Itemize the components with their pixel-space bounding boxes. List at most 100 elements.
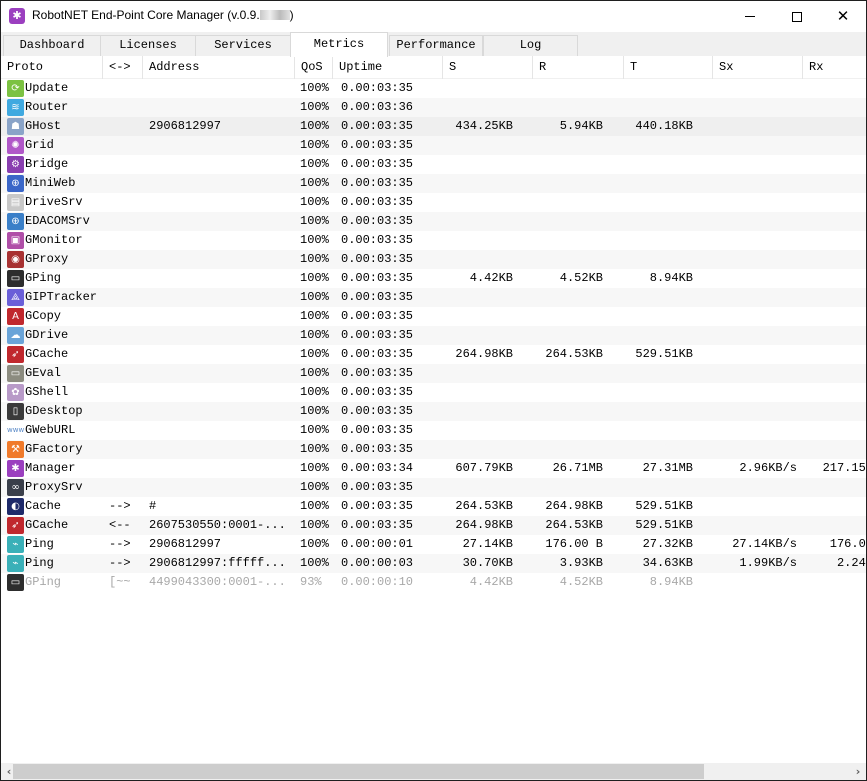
sent-cell <box>443 98 513 117</box>
table-row[interactable]: ≋ Router 100% 0.00:03:36 <box>1 98 866 117</box>
column-header-address[interactable]: Address <box>143 56 295 79</box>
globe-icon: ⊕ <box>7 175 24 192</box>
received-cell <box>533 364 603 383</box>
total-cell: 529.51KB <box>635 499 693 513</box>
proto-cell: Cache <box>25 499 62 513</box>
table-row[interactable]: ✺ Grid 100% 0.00:03:35 <box>1 136 866 155</box>
received-cell <box>533 79 603 98</box>
sent-cell: 434.25KB <box>455 119 513 133</box>
close-button[interactable]: ✕ <box>820 1 866 32</box>
table-row[interactable]: ➶ GCache 100% 0.00:03:35 264.98KB 264.53KB 529… <box>1 345 866 364</box>
table-row[interactable]: ▤ DriveSrv 100% 0.00:03:35 <box>1 193 866 212</box>
scroll-right-icon[interactable]: › <box>852 763 864 780</box>
direction-cell <box>109 155 143 174</box>
column-header-s[interactable]: S <box>443 56 533 79</box>
receive-rate-cell <box>803 421 866 440</box>
scrollbar-thumb[interactable] <box>13 764 704 779</box>
address-cell <box>149 269 295 288</box>
column-header-r[interactable]: R <box>533 56 624 79</box>
table-row[interactable]: ✿ GShell 100% 0.00:03:35 <box>1 383 866 402</box>
sent-cell <box>443 440 513 459</box>
table-row[interactable]: ▣ GMonitor 100% 0.00:03:35 <box>1 231 866 250</box>
send-rate-cell <box>713 174 797 193</box>
column-header-proto[interactable]: Proto <box>1 56 103 79</box>
total-cell: 27.31MB <box>642 461 693 475</box>
receive-rate-cell <box>803 155 866 174</box>
sent-cell: 607.79KB <box>455 461 513 475</box>
table-row[interactable]: ▯ GDesktop 100% 0.00:03:35 <box>1 402 866 421</box>
direction-cell <box>109 288 143 307</box>
table-row[interactable]: ⊕ EDACOMSrv 100% 0.00:03:35 <box>1 212 866 231</box>
receive-rate-cell <box>803 516 866 535</box>
table-row[interactable]: www GWebURL 100% 0.00:03:35 <box>1 421 866 440</box>
table-row[interactable]: ⌁ Ping --> 2906812997 100% 0.00:00:01 27.14KB 1… <box>1 535 866 554</box>
received-cell <box>533 136 603 155</box>
table-row[interactable]: ◉ GProxy 100% 0.00:03:35 <box>1 250 866 269</box>
table-row[interactable]: ⟳ Update 100% 0.00:03:35 <box>1 79 866 98</box>
direction-cell <box>109 345 143 364</box>
table-row[interactable]: ◐ Cache --> #100% 0.00:03:35 264.53KB 264.98KB… <box>1 497 866 516</box>
table-row[interactable]: ▭ GPing 100% 0.00:03:35 4.42KB 4.52KB 8.94KB <box>1 269 866 288</box>
table-row[interactable]: ⟁ GIPTracker 100% 0.00:03:35 <box>1 288 866 307</box>
received-cell <box>533 155 603 174</box>
total-cell <box>624 193 693 212</box>
send-rate-cell <box>713 155 797 174</box>
received-cell: 176.00 B <box>545 537 603 551</box>
address-cell <box>149 250 295 269</box>
tab-dashboard[interactable]: Dashboard <box>3 35 101 56</box>
direction-cell <box>109 212 143 231</box>
column-header-uptime[interactable]: Uptime <box>333 56 443 79</box>
app-window: ✱ RobotNET End-Point Core Manager (v.0.9… <box>0 0 867 781</box>
table-row[interactable]: ☗ GHost 2906812997 100% 0.00:03:35 434.25KB 5.… <box>1 117 866 136</box>
maximize-button[interactable] <box>774 1 820 32</box>
table-row[interactable]: A GCopy 100% 0.00:03:35 <box>1 307 866 326</box>
table-row[interactable]: ▭ GEval 100% 0.00:03:35 <box>1 364 866 383</box>
receive-rate-cell <box>803 117 866 136</box>
column-header-sx[interactable]: Sx <box>713 56 803 79</box>
qos-cell: 100% <box>300 309 329 323</box>
table-row[interactable]: ⌁ Ping --> 2906812997:fffff... 100% 0.00:00:0… <box>1 554 866 573</box>
www-icon: www <box>7 422 24 439</box>
received-cell <box>533 383 603 402</box>
table-row[interactable]: ▭ GPing [~~ 4499043300:0001-... 93% 0.00:00:1… <box>1 573 866 592</box>
tab-licenses[interactable]: Licenses <box>100 35 196 56</box>
send-rate-cell <box>713 136 797 155</box>
column-header-rx[interactable]: Rx <box>803 56 866 79</box>
proto-cell: GCache <box>25 347 69 361</box>
table-row[interactable]: ⊕ MiniWeb 100% 0.00:03:35 <box>1 174 866 193</box>
direction-cell <box>109 478 143 497</box>
column-header-t[interactable]: T <box>624 56 713 79</box>
table-row[interactable]: ☁ GDrive 100% 0.00:03:35 <box>1 326 866 345</box>
received-cell <box>533 193 603 212</box>
direction-cell: --> <box>109 556 131 570</box>
tab-log[interactable]: Log <box>483 35 578 56</box>
title-bar[interactable]: ✱ RobotNET End-Point Core Manager (v.0.9… <box>1 1 866 32</box>
received-cell <box>533 478 603 497</box>
qos-cell: 100% <box>300 176 329 190</box>
table-row[interactable]: ⚒ GFactory 100% 0.00:03:35 <box>1 440 866 459</box>
sent-cell <box>443 478 513 497</box>
address-cell: 4499043300:0001-... <box>149 575 286 589</box>
column-header-qos[interactable]: QoS <box>295 56 333 79</box>
proto-cell: GDesktop <box>25 404 83 418</box>
tab-services[interactable]: Services <box>195 35 291 56</box>
tab-metrics[interactable]: Metrics <box>290 32 388 57</box>
sent-cell <box>443 288 513 307</box>
proxy-target-icon: ◉ <box>7 251 24 268</box>
table-row[interactable]: ✱ Manager 100% 0.00:03:34 607.79KB 26.71MB 27.… <box>1 459 866 478</box>
table-row[interactable]: ∞ ProxySrv 100% 0.00:03:35 <box>1 478 866 497</box>
total-cell <box>624 421 693 440</box>
table-row[interactable]: ⚙ Bridge 100% 0.00:03:35 <box>1 155 866 174</box>
table-row[interactable]: ➶ GCache <-- 2607530550:0001-... 100% 0.00:03… <box>1 516 866 535</box>
proto-cell: Grid <box>25 138 54 152</box>
qos-cell: 100% <box>300 138 329 152</box>
tab-performance[interactable]: Performance <box>389 35 483 56</box>
receive-rate-cell <box>803 573 866 592</box>
column-header-direction[interactable]: <-> <box>103 56 143 79</box>
received-cell <box>533 98 603 117</box>
direction-cell: --> <box>109 537 131 551</box>
receive-rate-cell <box>803 497 866 516</box>
minimize-button[interactable] <box>727 1 773 32</box>
horizontal-scrollbar[interactable]: ‹ › <box>1 763 866 780</box>
send-rate-cell <box>713 497 797 516</box>
